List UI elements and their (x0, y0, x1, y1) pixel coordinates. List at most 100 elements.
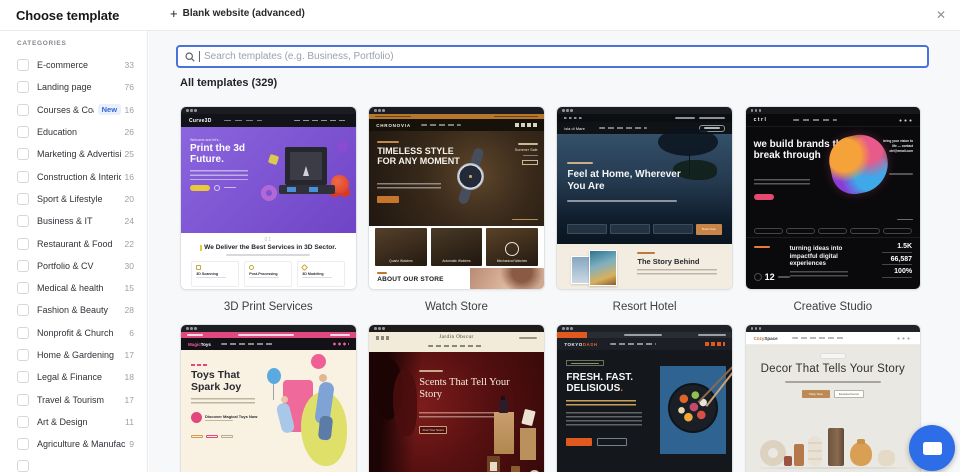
kid-jeans (318, 415, 333, 440)
category-item[interactable]: Construction & Interior 16 (0, 165, 147, 187)
template-card-toy-store[interactable]: Magic Toys Toys That Spark Joy Discover … (180, 324, 357, 472)
window-dots-icon (562, 327, 565, 330)
new-badge: New (98, 104, 120, 115)
category-item[interactable]: Business & IT 24 (0, 210, 147, 232)
chat-button[interactable] (909, 425, 955, 471)
category-item[interactable]: Art & Design 11 (0, 411, 147, 433)
category-label: Education (37, 127, 77, 137)
globe-icon (754, 273, 762, 281)
hero-kicker (567, 162, 593, 164)
close-icon[interactable]: ✕ (932, 6, 950, 24)
template-card-resort-hotel[interactable]: isla di Mare Feel at Home, Wherever You … (556, 106, 733, 290)
category-checkbox[interactable] (17, 327, 29, 339)
category-checkbox[interactable] (17, 371, 29, 383)
hero-section: FRESH. FAST. DELISIOUS. (557, 350, 732, 472)
template-card-watch-store[interactable]: CHRONOVIA TIMELESS STYLE FOR ANY MOMENT … (368, 106, 545, 290)
booking-field (567, 224, 607, 234)
hero-kicker (419, 370, 443, 372)
category-checkbox[interactable] (17, 104, 29, 116)
category-item[interactable]: Restaurant & Food 22 (0, 232, 147, 254)
category-item[interactable]: Courses & Coaching New 16 (0, 99, 147, 121)
category-checkbox[interactable] (17, 238, 29, 250)
nav-links (610, 343, 656, 345)
link-pill (206, 435, 218, 438)
hero-title-accent: . (620, 383, 623, 394)
browser-chrome (557, 325, 732, 332)
category-checkbox[interactable] (17, 416, 29, 428)
torus-shape (261, 185, 277, 201)
story-photo (589, 250, 617, 286)
category-item[interactable]: E-commerce 33 (0, 54, 147, 76)
hero-secondary-button (597, 438, 627, 446)
category-checkbox[interactable] (17, 438, 29, 450)
window-dots-icon (374, 109, 377, 112)
category-checkbox[interactable] (17, 59, 29, 71)
category-item[interactable]: Nonprofit & Church 6 (0, 322, 147, 344)
hero-actions (190, 185, 260, 191)
category-checkbox[interactable] (17, 460, 29, 472)
blank-website-button[interactable]: + Blank website (advanced) (170, 7, 305, 20)
browser-chrome (369, 107, 544, 114)
category-checkbox[interactable] (17, 148, 29, 160)
text-caret (199, 51, 200, 62)
header-link (519, 337, 537, 339)
category-item[interactable]: Medical & health 15 (0, 277, 147, 299)
template-card-3d-print-services[interactable]: Curve3D Welcome and let's... Print the 3… (180, 106, 357, 290)
category-item[interactable]: Portfolio & CV 30 (0, 255, 147, 277)
template-card-sushi-restaurant[interactable]: TOKYO DASH FRESH. FAST. DELISIOUS. (556, 324, 733, 472)
category-checkbox[interactable] (17, 304, 29, 316)
category-checkbox[interactable] (17, 193, 29, 205)
category-checkbox[interactable] (17, 394, 29, 406)
feature-text (302, 277, 332, 278)
template-card-home-decor[interactable]: Cozy Space Decor That Tells Your Story S… (745, 324, 922, 472)
category-item[interactable]: Travel & Tourism 17 (0, 388, 147, 410)
category-item[interactable]: Education 26 (0, 121, 147, 143)
template-card-creative-studio[interactable]: ctrl we build brands that break through … (745, 106, 922, 290)
category-item-partial[interactable] (0, 455, 147, 472)
shop-now-button: Shop Now (802, 390, 830, 398)
template-card-perfume-store[interactable]: Jardin Obscur Scents That Tell Your Stor… (368, 324, 545, 472)
category-item[interactable]: Agriculture & Manufacturing 9 (0, 433, 147, 455)
window-dots-icon (562, 109, 565, 112)
section-number: 01 (181, 237, 356, 243)
category-item[interactable]: Fashion & Beauty 28 (0, 299, 147, 321)
category-item[interactable]: Marketing & Advertising 25 (0, 143, 147, 165)
categories-title: CATEGORIES (17, 40, 147, 47)
category-checkbox[interactable] (17, 282, 29, 294)
template-cell: Curve3D Welcome and let's... Print the 3… (180, 106, 357, 324)
pink-circle (311, 354, 326, 369)
services-section: 01 We Deliver the Best Services in 3D Se… (181, 233, 356, 289)
blank-website-label: Blank website (advanced) (183, 8, 305, 19)
book-now-button: Book Now (696, 224, 722, 235)
vase-cylinder (794, 444, 804, 466)
aside-text (889, 173, 913, 175)
category-checkbox[interactable] (17, 260, 29, 272)
hero-footnote (512, 219, 538, 221)
category-checkbox[interactable] (17, 81, 29, 93)
site-logo: Cozy (754, 336, 765, 341)
category-checkbox[interactable] (17, 215, 29, 227)
chat-bubble-icon (923, 442, 942, 455)
category-count: 11 (121, 417, 134, 427)
hero-aside: bring your vision to life — contact ctrl… (879, 139, 913, 153)
link-pill (221, 435, 233, 438)
hero-badge (820, 353, 846, 359)
category-checkbox[interactable] (17, 349, 29, 361)
section-title-row: We Deliver the Best Services in 3D Secto… (181, 244, 356, 251)
category-item[interactable]: Home & Gardening 17 (0, 344, 147, 366)
search-input[interactable] (204, 51, 920, 62)
bar-text (375, 116, 411, 117)
category-checkbox[interactable] (17, 171, 29, 183)
perfume-bottle (499, 400, 508, 413)
vases-illustration (746, 412, 921, 472)
vase-pot (878, 450, 895, 466)
category-item[interactable]: Landing page 76 (0, 76, 147, 98)
tag-pill (754, 228, 783, 234)
category-item[interactable]: Legal & Finance 18 (0, 366, 147, 388)
category-item[interactable]: Sport & Lifestyle 20 (0, 188, 147, 210)
template-name: Creative Studio (745, 290, 922, 324)
search-bar[interactable] (176, 45, 929, 68)
hero-title: Decor That Tells Your Story (746, 363, 921, 375)
category-checkbox[interactable] (17, 126, 29, 138)
category-label: E-commerce (37, 60, 88, 70)
